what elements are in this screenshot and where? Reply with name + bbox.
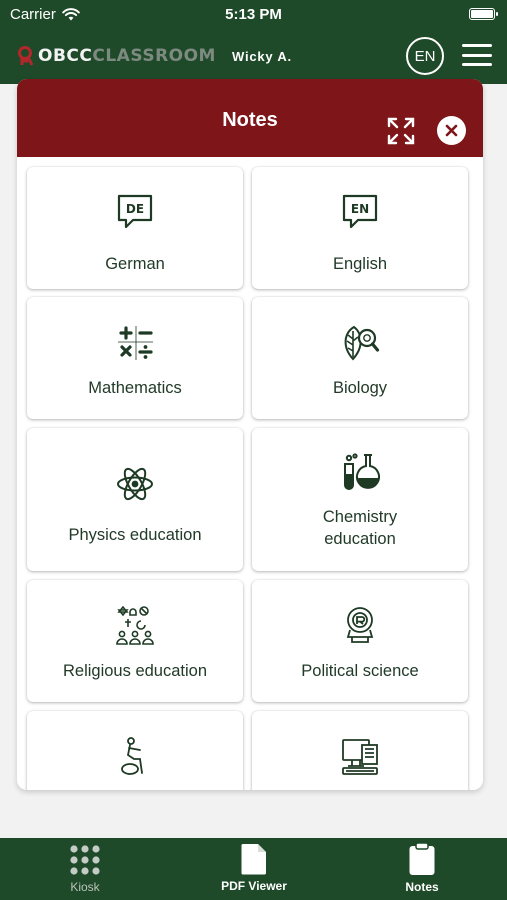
subject-card-political[interactable]: Political science — [252, 580, 468, 702]
subject-card-biology[interactable]: Biology — [252, 297, 468, 419]
logo-text-obcc: OBCC — [38, 46, 93, 66]
leaf-magnifier-icon — [344, 325, 380, 361]
subject-card-mathematics[interactable]: Mathematics — [27, 297, 243, 419]
battery-icon — [469, 8, 498, 20]
subjects-grid: DE German EN English Mathematics Biology… — [17, 157, 483, 790]
close-button[interactable] — [437, 116, 466, 145]
subject-label: Mathematics — [88, 379, 182, 397]
tab-label: Kiosk — [70, 880, 100, 894]
subject-card-german[interactable]: DE German — [27, 167, 243, 289]
tab-kiosk[interactable]: Kiosk — [25, 838, 145, 900]
language-button[interactable]: EN — [406, 37, 444, 75]
subject-label: Religious education — [62, 662, 207, 680]
icon-text: DE — [126, 202, 144, 216]
subject-label: English — [332, 255, 388, 273]
podium-icon — [346, 607, 374, 643]
icon-text: EN — [351, 202, 369, 216]
app-header: OBCC CLASSROOM Wicky A. EN — [0, 28, 507, 84]
modal-title: Notes — [222, 108, 278, 131]
tab-notes[interactable]: Notes — [362, 838, 482, 900]
tab-pdf-viewer[interactable]: PDF Viewer — [194, 838, 314, 900]
bottom-tab-bar: Kiosk PDF Viewer Notes — [0, 838, 507, 900]
flask-icon — [344, 453, 380, 490]
subject-label: Physics education — [68, 526, 202, 544]
subject-label: Political science — [301, 662, 419, 680]
person-sitting-icon — [121, 737, 143, 775]
user-name: Wicky A. — [231, 48, 292, 64]
subject-label: German — [105, 255, 165, 273]
clipboard-icon — [409, 842, 435, 875]
document-icon — [241, 844, 266, 875]
hamburger-icon[interactable] — [462, 44, 492, 66]
app-logo[interactable]: OBCC CLASSROOM — [18, 46, 216, 66]
subject-card-partial-right[interactable] — [252, 711, 468, 790]
subject-card-english[interactable]: EN English — [252, 167, 468, 289]
status-time: 5:13 PM — [225, 5, 282, 23]
speech-bubble-en-icon: EN — [342, 194, 378, 229]
top-bar: Carrier 5:13 PM OBCC CLASSROOM Wicky A. E… — [0, 0, 507, 84]
subject-card-partial-left[interactable] — [27, 711, 243, 790]
speech-bubble-de-icon: DE — [117, 194, 153, 229]
close-icon — [445, 124, 458, 137]
subject-label: Biology — [332, 379, 388, 397]
notes-modal: Notes DE German EN English Mathematics B… — [17, 79, 483, 790]
religions-icon — [116, 606, 154, 645]
status-bar: Carrier 5:13 PM — [0, 0, 507, 28]
math-operators-icon — [118, 326, 153, 360]
logo-mark-icon — [18, 46, 34, 66]
expand-icon[interactable] — [387, 117, 415, 145]
subject-label: Chemistry education — [322, 508, 398, 548]
subject-card-religious[interactable]: Religious education — [27, 580, 243, 702]
computer-icon — [342, 739, 378, 775]
tab-label: Notes — [405, 880, 439, 894]
grid-dots-icon — [70, 845, 100, 875]
modal-header: Notes — [17, 79, 483, 157]
subject-card-chemistry[interactable]: Chemistry education — [252, 428, 468, 571]
logo-text-classroom: CLASSROOM — [92, 46, 216, 66]
atom-icon — [117, 467, 153, 501]
subject-card-physics[interactable]: Physics education — [27, 428, 243, 571]
tab-label: PDF Viewer — [221, 879, 287, 893]
